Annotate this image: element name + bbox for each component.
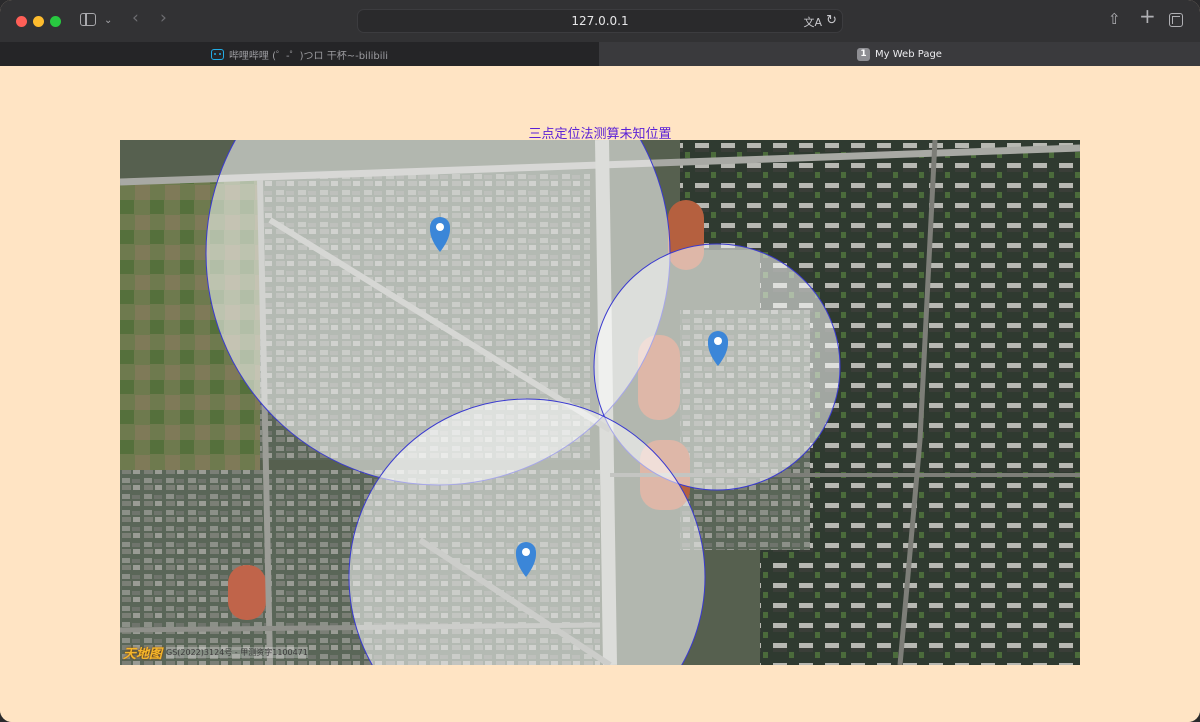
address-text: 127.0.0.1 (571, 14, 629, 28)
map-canvas[interactable] (120, 140, 1080, 665)
tab-bar: 哔哩哔哩 (゜-゜)つロ 干杯~-bilibili 1 My Web Page (0, 42, 1200, 66)
tab-label: My Web Page (875, 48, 942, 60)
close-window-button[interactable] (16, 16, 27, 27)
reload-icon[interactable]: ↻ (826, 13, 837, 28)
tab-overview-icon[interactable] (1169, 13, 1183, 27)
tab-number-badge: 1 (857, 47, 871, 61)
share-icon[interactable]: ⇧ (1108, 12, 1121, 27)
translate-icon[interactable]: 文A (803, 14, 822, 30)
sports-track (228, 565, 266, 620)
new-tab-icon[interactable]: + (1139, 6, 1156, 26)
satellite-map[interactable]: 天地图 GS(2022)3124号 - 甲测资字1100471 (120, 140, 1080, 665)
forward-button[interactable]: › (160, 10, 167, 27)
browser-toolbar: ⌄ ‹ › 127.0.0.1 文A ↻ ⇧ + (0, 0, 1200, 42)
tianditu-logo: 天地图 (123, 647, 163, 662)
tab-my-web-page[interactable]: 1 My Web Page (599, 42, 1200, 66)
address-bar[interactable]: 127.0.0.1 文A ↻ (357, 9, 843, 33)
minimize-window-button[interactable] (33, 16, 44, 27)
tab-label: 哔哩哔哩 (゜-゜)つロ 干杯~-bilibili (228, 50, 389, 62)
map-license-text: GS(2022)3124号 - 甲测资字1100471 (166, 647, 308, 658)
maximize-window-button[interactable] (50, 16, 61, 27)
sidebar-toggle-icon[interactable] (80, 13, 96, 26)
map-attribution: 天地图 GS(2022)3124号 - 甲测资字1100471 (123, 643, 308, 662)
bilibili-favicon-icon (210, 48, 224, 60)
back-button[interactable]: ‹ (132, 10, 139, 27)
page-content: 三点定位法测算未知位置 天地图 GS(2022)3124号 - 甲测资字1100… (0, 66, 1200, 722)
browser-window: ⌄ ‹ › 127.0.0.1 文A ↻ ⇧ + 哔哩哔哩 (゜-゜)つロ 干杯… (0, 0, 1200, 722)
chevron-down-icon[interactable]: ⌄ (104, 14, 112, 28)
tab-bilibili[interactable]: 哔哩哔哩 (゜-゜)つロ 干杯~-bilibili (0, 42, 599, 66)
